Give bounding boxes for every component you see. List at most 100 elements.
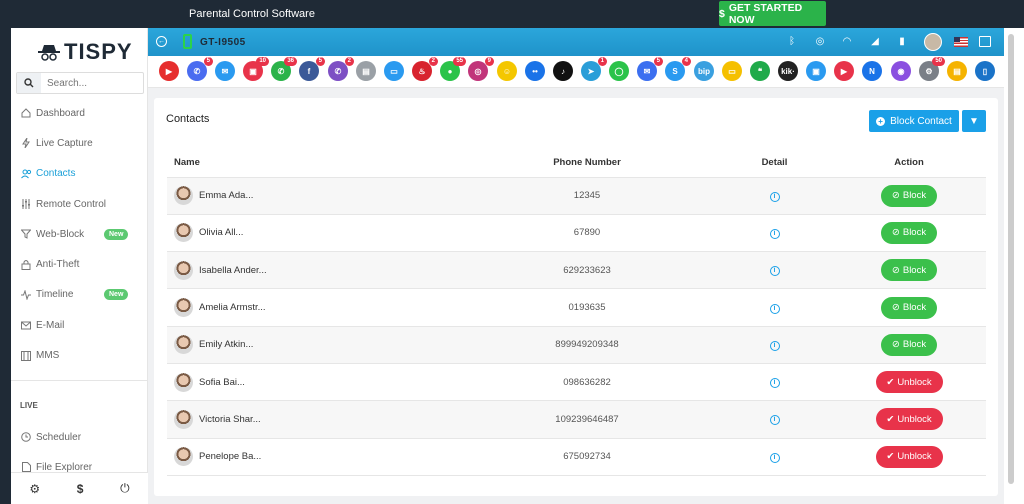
avatar[interactable]	[924, 33, 942, 51]
contact-name[interactable]: Isabella Ander...	[199, 265, 267, 276]
snapchat-app-icon[interactable]: ☺	[497, 61, 517, 81]
info-icon[interactable]: i	[769, 228, 780, 239]
count-badge: 1	[597, 57, 607, 66]
scrollbar-thumb[interactable]	[1008, 34, 1014, 484]
phone-number: 098636282	[457, 363, 717, 402]
whatsapp-app-icon[interactable]: ✆ 36	[271, 57, 297, 81]
block-contact-button[interactable]: + Block Contact	[869, 110, 959, 132]
logo[interactable]: TISPY	[38, 39, 133, 65]
screen-app-icon[interactable]: ▭	[384, 61, 404, 81]
info-icon[interactable]: i	[769, 340, 780, 351]
unblock-button[interactable]: ✔ Unblock	[875, 445, 943, 468]
check-circle-icon: ✔	[886, 413, 895, 425]
sidebar-item-contacts[interactable]: Contacts	[11, 159, 148, 189]
action-label: Block	[902, 302, 927, 314]
action-label: Block	[902, 227, 927, 239]
nimbuzz-app-icon[interactable]: N	[862, 61, 882, 81]
photos-app-icon[interactable]: ▣ 10	[243, 57, 269, 81]
unblock-button[interactable]: ✔ Unblock	[875, 371, 943, 394]
notes-app-icon[interactable]: ▤	[947, 61, 967, 81]
count-badge: 55	[453, 57, 466, 66]
contact-name[interactable]: Emma Ada...	[199, 190, 253, 201]
tiktok-app-icon[interactable]: ♪	[553, 61, 573, 81]
instagram-app-icon[interactable]: ◎ 9	[468, 57, 494, 81]
info-icon[interactable]: i	[769, 191, 780, 202]
contact-name[interactable]: Penelope Ba...	[199, 451, 261, 462]
info-icon[interactable]: i	[769, 452, 780, 463]
skype-app-icon[interactable]: S4	[665, 57, 691, 81]
search-icon[interactable]	[17, 73, 41, 93]
clipboard-app-icon[interactable]: ▤	[356, 61, 376, 81]
wechat-app-icon[interactable]: ● 55	[440, 57, 466, 81]
info-icon[interactable]: i	[769, 266, 780, 277]
block-icon: ⊘	[891, 227, 900, 239]
sidebar-item-timeline[interactable]: Timeline New	[11, 280, 148, 310]
app-glyph: S	[672, 66, 678, 76]
contact-name[interactable]: Sofia Bai...	[199, 377, 245, 388]
calls-app-icon[interactable]: ✆ 5	[187, 57, 213, 81]
spy-hat-icon	[38, 45, 60, 61]
contact-name[interactable]: Emily Atkin...	[199, 339, 253, 350]
sidebar-item-dashboard[interactable]: Dashboard	[11, 98, 148, 128]
filter-icon: ▼	[969, 115, 979, 127]
gear-icon[interactable]: ⚙	[29, 482, 40, 496]
info-icon[interactable]: i	[769, 303, 780, 314]
settings-app-icon[interactable]: ⚙ 50	[919, 57, 945, 81]
block-button[interactable]: ⊘ Block	[881, 221, 937, 244]
unblock-button[interactable]: ✔ Unblock	[875, 408, 943, 431]
sidebar-item-web-block[interactable]: Web-Block New	[11, 219, 148, 249]
detail-cell: i	[717, 400, 832, 439]
action-label: Block	[902, 190, 927, 202]
get-started-button[interactable]: $ GET STARTED NOW	[719, 1, 826, 26]
video-app-icon[interactable]: ▶	[834, 61, 854, 81]
block-button[interactable]: ⊘ Block	[881, 333, 937, 356]
avatar	[174, 298, 193, 318]
scrollbar[interactable]	[1004, 28, 1024, 504]
power-icon[interactable]: ⏻	[120, 481, 130, 496]
info-icon[interactable]: i	[769, 415, 780, 426]
clock-icon	[20, 431, 32, 443]
sidebar-item-anti-theft[interactable]: Anti-Theft	[11, 249, 148, 279]
line-app-icon[interactable]: ◯	[609, 61, 629, 81]
sidebar-item-mms[interactable]: MMS	[11, 340, 148, 370]
device-app-icon[interactable]: ▯	[975, 61, 995, 81]
hangouts-app-icon[interactable]: ❝	[750, 61, 770, 81]
search-input[interactable]	[41, 77, 141, 89]
back-icon[interactable]: ←	[156, 36, 167, 47]
dollar-icon[interactable]: $	[77, 482, 84, 496]
talk-app-icon[interactable]: ▭	[722, 61, 742, 81]
tinder-app-icon[interactable]: ♨ 2	[412, 57, 438, 81]
imo-app-icon[interactable]: ▣	[806, 61, 826, 81]
contact-name[interactable]: Victoria Shar...	[199, 414, 261, 425]
column-header-name: Name	[167, 149, 457, 178]
viber-app-icon[interactable]: ✆ 2	[328, 57, 354, 81]
action-cell: ⊘ Block	[832, 326, 986, 364]
contact-name[interactable]: Olivia All...	[199, 227, 243, 238]
gift-icon[interactable]	[979, 36, 991, 47]
sidebar-item-remote-control[interactable]: Remote Control	[11, 189, 148, 219]
block-button[interactable]: ⊘ Block	[881, 184, 937, 207]
youtube-app-icon[interactable]: ▶	[159, 61, 179, 81]
facebook-app-icon[interactable]: f5	[299, 57, 325, 81]
us-flag-icon[interactable]	[954, 37, 968, 47]
sidebar-item-email[interactable]: E-Mail	[11, 310, 148, 340]
block-button[interactable]: ⊘ Block	[881, 296, 937, 319]
sidebar-item-scheduler[interactable]: Scheduler	[11, 422, 148, 452]
flickr-app-icon[interactable]: ••	[525, 61, 545, 81]
avatar	[174, 260, 193, 280]
action-cell: ✔ Unblock	[832, 438, 986, 476]
block-button[interactable]: ⊘ Block	[881, 259, 937, 282]
app-glyph: ◉	[897, 66, 905, 76]
info-icon[interactable]: i	[769, 378, 780, 389]
phone-number: 0193635	[457, 288, 717, 327]
telegram-app-icon[interactable]: ➤ 1	[581, 57, 607, 81]
contact-name[interactable]: Amelia Armstr...	[199, 302, 266, 313]
filter-button[interactable]: ▼	[962, 110, 986, 132]
sidebar-item-live-capture[interactable]: Live Capture	[11, 128, 148, 158]
kik-app-icon[interactable]: kik·	[778, 61, 798, 81]
bip-app-icon[interactable]: bip	[694, 61, 714, 81]
brand-name: TISPY	[64, 39, 133, 64]
messenger-app-icon[interactable]: ✉ 5	[637, 57, 663, 81]
bubble-app-icon[interactable]: ◉	[891, 61, 911, 81]
mail-app-icon[interactable]: ✉	[215, 61, 235, 81]
